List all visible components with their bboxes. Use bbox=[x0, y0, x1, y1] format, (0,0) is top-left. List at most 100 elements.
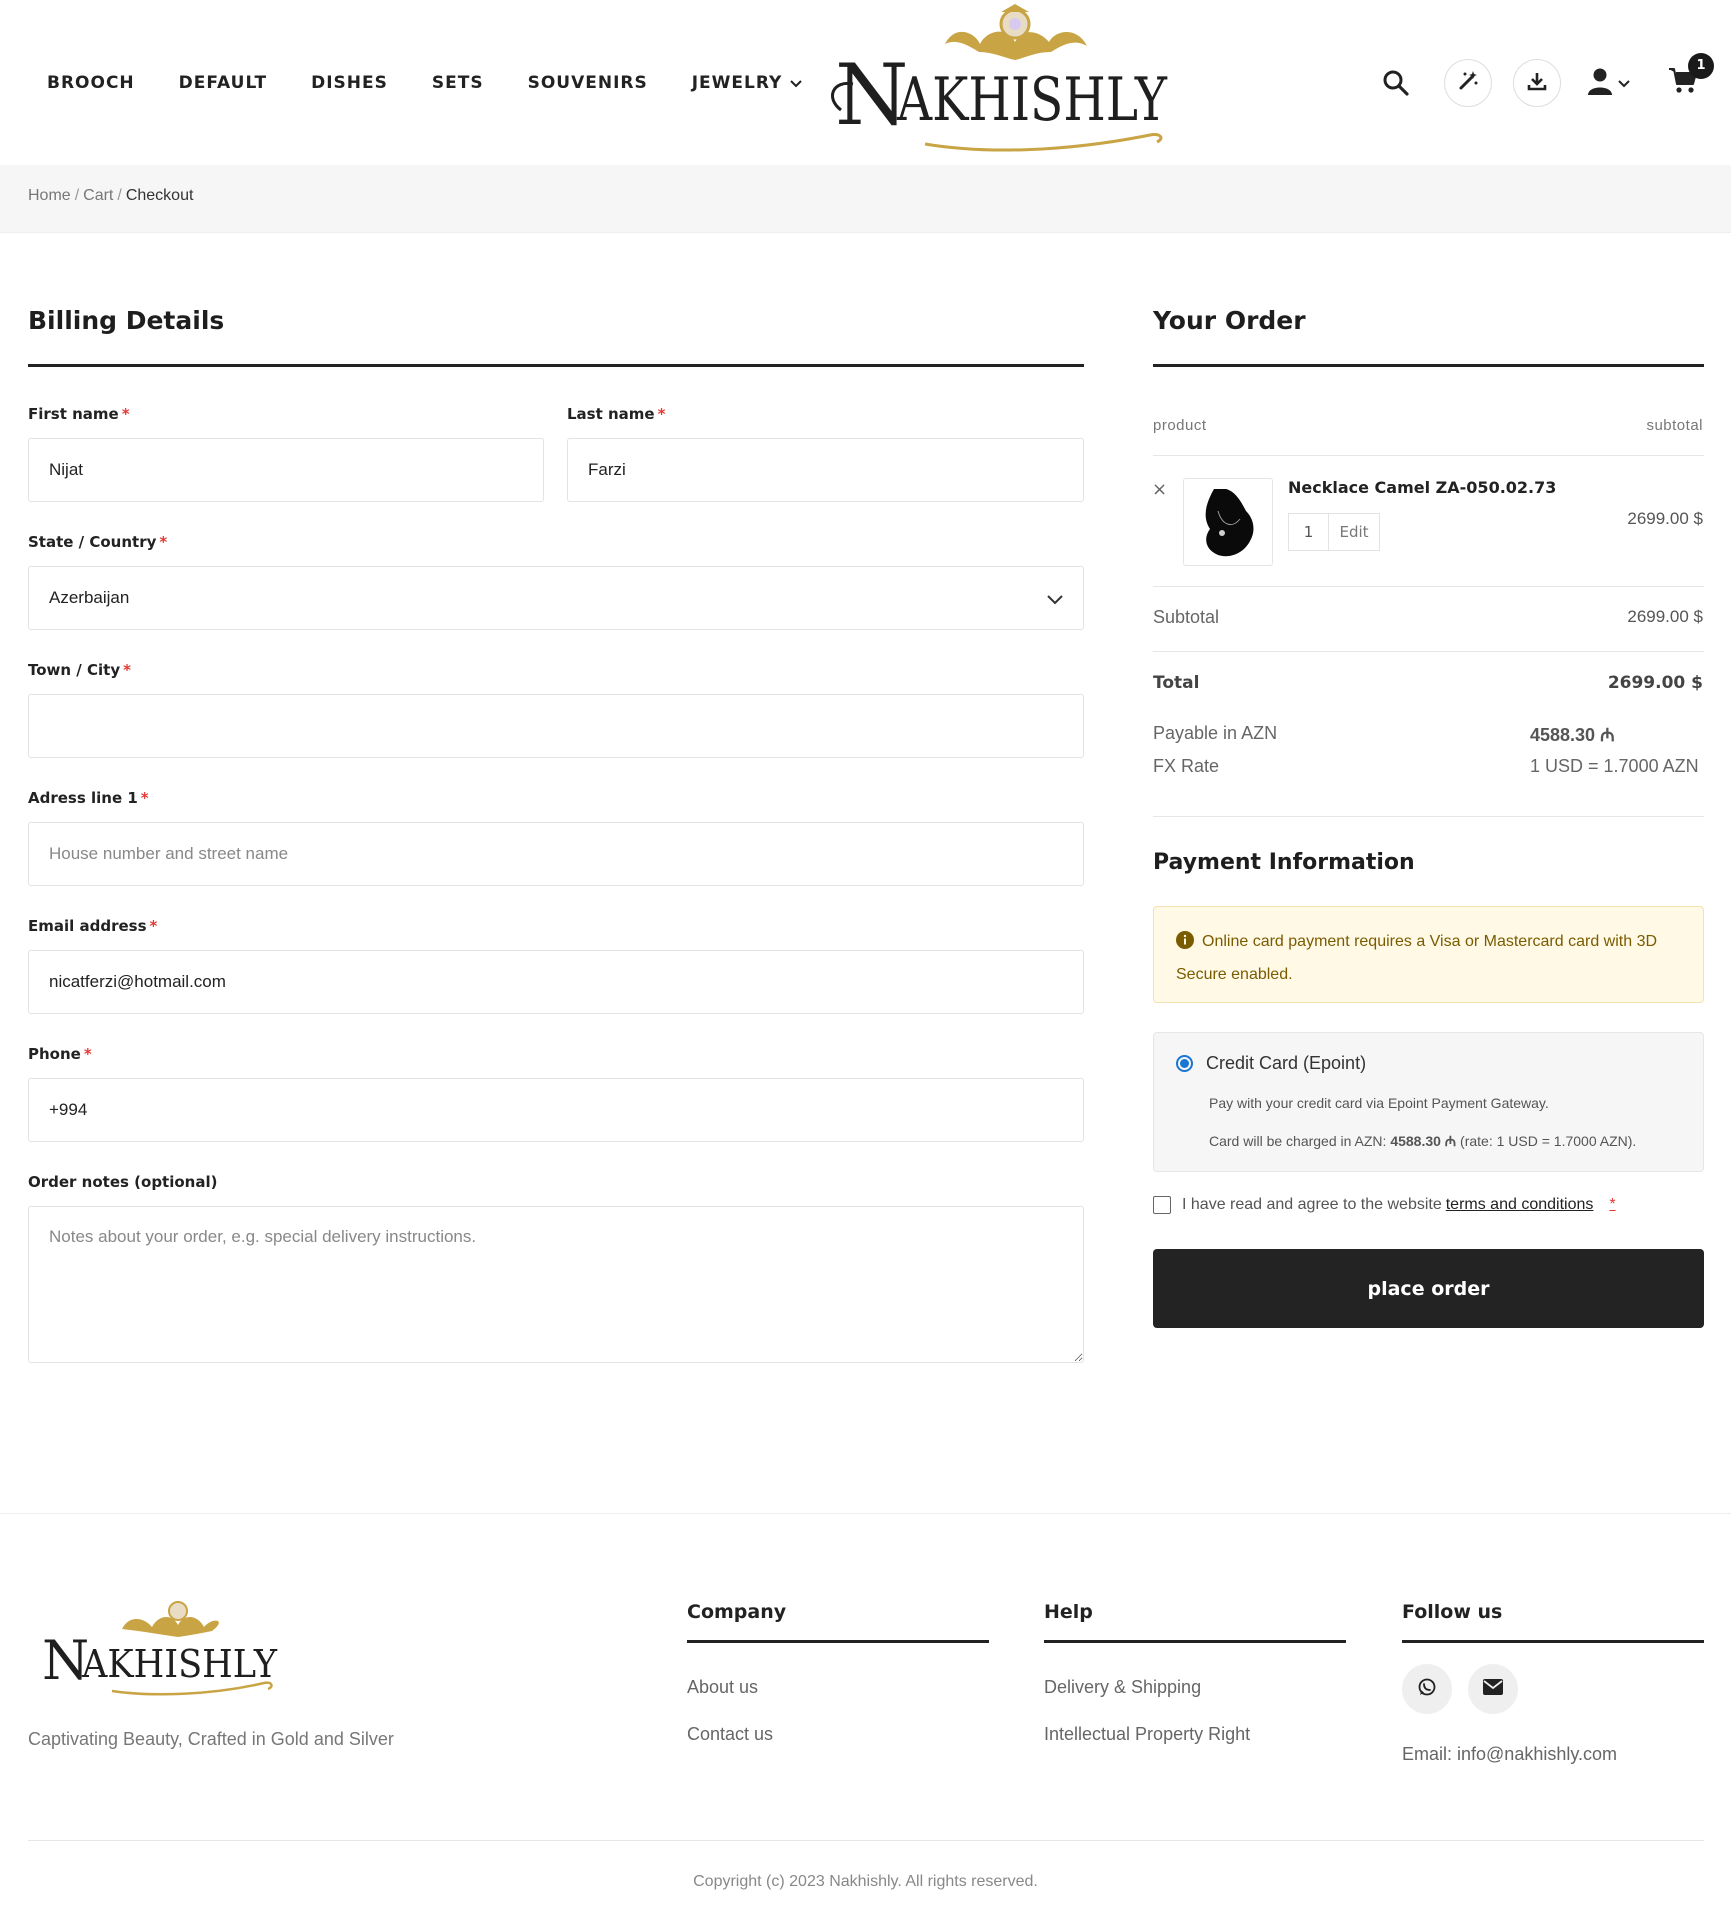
nav-item-default[interactable]: DEFAULT bbox=[179, 73, 267, 93]
order-title: Your Order bbox=[1153, 306, 1306, 335]
footer-follow-rule bbox=[1402, 1640, 1704, 1643]
fx-rate-value: 1 USD = 1.7000 AZN bbox=[1530, 756, 1699, 776]
address-input[interactable] bbox=[28, 822, 1084, 886]
fx-rate-label: FX Rate bbox=[1153, 756, 1220, 776]
nav-item-souvenirs[interactable]: SOUVENIRS bbox=[528, 73, 648, 93]
svg-text:AKHISHLY: AKHISHLY bbox=[81, 1642, 278, 1686]
search-icon[interactable] bbox=[1376, 63, 1416, 103]
divider bbox=[1153, 455, 1704, 456]
footer-help-title: Help bbox=[1044, 1601, 1093, 1623]
footer-follow-title: Follow us bbox=[1402, 1601, 1503, 1623]
breadcrumb-separator: / bbox=[74, 187, 80, 204]
quantity-value[interactable]: 1 bbox=[1289, 514, 1329, 550]
footer-link-delivery[interactable]: Delivery & Shipping bbox=[1044, 1677, 1201, 1698]
order-notes-textarea[interactable] bbox=[28, 1206, 1084, 1363]
terms-link[interactable]: terms and conditions bbox=[1446, 1196, 1594, 1214]
terms-text: I have read and agree to the website bbox=[1182, 1196, 1442, 1213]
divider bbox=[1153, 586, 1704, 587]
chevron-down-icon bbox=[1047, 590, 1063, 610]
last-name-input[interactable] bbox=[567, 438, 1084, 502]
site-header: BROOCH DEFAULT DISHES SETS SOUVENIRS JEW… bbox=[0, 0, 1731, 165]
footer-logo[interactable]: N AKHISHLY bbox=[42, 1595, 287, 1699]
product-thumbnail[interactable] bbox=[1183, 478, 1273, 566]
subtotal-column-header: subtotal bbox=[1646, 417, 1703, 434]
footer-company-title: Company bbox=[687, 1601, 787, 1623]
footer-link-contact[interactable]: Contact us bbox=[687, 1724, 773, 1745]
nav-item-sets[interactable]: SETS bbox=[432, 73, 484, 93]
nav-item-brooch[interactable]: BROOCH bbox=[47, 73, 135, 93]
email-label: Email address * bbox=[28, 917, 158, 935]
notice-text: Online card payment requires a Visa or M… bbox=[1176, 933, 1658, 983]
subtotal-label: Subtotal bbox=[1153, 607, 1220, 627]
copyright: Copyright (c) 2023 Nakhishly. All rights… bbox=[693, 1873, 1038, 1890]
email-input[interactable] bbox=[28, 950, 1084, 1014]
billing-title-rule bbox=[28, 364, 1084, 367]
place-order-button[interactable]: place order bbox=[1153, 1249, 1704, 1328]
footer-divider bbox=[0, 1513, 1731, 1514]
footer-bottom-divider bbox=[28, 1840, 1704, 1841]
subtotal-value: 2699.00 $ bbox=[1627, 607, 1703, 626]
footer-tagline: Captivating Beauty, Crafted in Gold and … bbox=[28, 1729, 394, 1749]
divider bbox=[1153, 651, 1704, 652]
magic-wand-icon bbox=[1457, 70, 1479, 96]
required-mark: * bbox=[1609, 1196, 1616, 1213]
download-icon bbox=[1527, 71, 1547, 95]
account-menu[interactable] bbox=[1588, 67, 1630, 99]
item-price: 2699.00 $ bbox=[1627, 509, 1703, 528]
email-button[interactable] bbox=[1468, 1664, 1518, 1714]
nav-item-dishes[interactable]: DISHES bbox=[311, 73, 388, 93]
main-nav: BROOCH DEFAULT DISHES SETS SOUVENIRS JEW… bbox=[47, 0, 846, 165]
country-label: State / Country * bbox=[28, 533, 168, 551]
card-payment-notice: Online card payment requires a Visa or M… bbox=[1153, 906, 1704, 1003]
last-name-label: Last name * bbox=[567, 405, 666, 423]
total-value: 2699.00 $ bbox=[1607, 673, 1703, 693]
product-column-header: product bbox=[1153, 417, 1207, 434]
breadcrumb-cart[interactable]: Cart bbox=[83, 187, 113, 204]
terms-agreement: I have read and agree to the website ter… bbox=[1153, 1196, 1616, 1214]
svg-text:AKHISHLY: AKHISHLY bbox=[896, 65, 1168, 135]
cart-count-badge: 1 bbox=[1688, 52, 1714, 79]
first-name-label: First name * bbox=[28, 405, 130, 423]
first-name-input[interactable] bbox=[28, 438, 544, 502]
footer-link-ip[interactable]: Intellectual Property Right bbox=[1044, 1724, 1250, 1745]
breadcrumb-home[interactable]: Home bbox=[28, 187, 71, 204]
phone-label: Phone * bbox=[28, 1045, 92, 1063]
order-title-rule bbox=[1153, 364, 1704, 367]
magic-wand-button[interactable] bbox=[1444, 58, 1492, 107]
charge-info: Card will be charged in AZN: 4588.30 ₼ (… bbox=[1209, 1133, 1637, 1149]
breadcrumb-bar: Home / Cart / Checkout bbox=[0, 165, 1731, 233]
user-icon bbox=[1588, 67, 1612, 99]
breadcrumb-current: Checkout bbox=[125, 187, 194, 204]
payment-method-label[interactable]: Credit Card (Epoint) bbox=[1206, 1053, 1366, 1074]
country-select-value: Azerbaijan bbox=[49, 588, 130, 607]
country-select[interactable]: Azerbaijan bbox=[28, 566, 1084, 630]
nav-item-jewelry[interactable]: JEWELRY bbox=[692, 73, 803, 93]
remove-item-button[interactable]: × bbox=[1152, 479, 1167, 500]
nav-item-jewelry-label: JEWELRY bbox=[691, 72, 783, 93]
header-actions: 1 bbox=[1376, 0, 1731, 165]
credit-card-radio[interactable] bbox=[1176, 1055, 1193, 1072]
footer-email: Email: info@nakhishly.com bbox=[1402, 1744, 1618, 1764]
order-notes-label: Order notes (optional) bbox=[28, 1173, 218, 1191]
phone-input[interactable] bbox=[28, 1078, 1084, 1142]
quantity-control: 1 Edit bbox=[1288, 513, 1380, 551]
info-icon bbox=[1176, 930, 1194, 960]
billing-title: Billing Details bbox=[28, 306, 225, 335]
total-label: Total bbox=[1153, 673, 1200, 693]
payment-method-box: Credit Card (Epoint) Pay with your credi… bbox=[1153, 1032, 1704, 1172]
footer-help-rule bbox=[1044, 1640, 1346, 1643]
whatsapp-button[interactable] bbox=[1402, 1664, 1452, 1714]
chevron-down-icon bbox=[1618, 73, 1630, 92]
download-button[interactable] bbox=[1513, 58, 1561, 107]
cart-button[interactable]: 1 bbox=[1668, 52, 1714, 99]
chevron-down-icon bbox=[790, 73, 803, 93]
whatsapp-icon bbox=[1417, 1677, 1437, 1701]
site-logo[interactable]: N AKHISHLY bbox=[815, 2, 1185, 157]
footer-link-about[interactable]: About us bbox=[687, 1677, 758, 1698]
city-input[interactable] bbox=[28, 694, 1084, 758]
edit-quantity-button[interactable]: Edit bbox=[1329, 514, 1379, 550]
breadcrumb: Home / Cart / Checkout bbox=[28, 187, 193, 205]
azn-value: 4588.30 ₼ bbox=[1530, 725, 1615, 745]
city-label: Town / City * bbox=[28, 661, 131, 679]
terms-checkbox[interactable] bbox=[1153, 1196, 1171, 1214]
